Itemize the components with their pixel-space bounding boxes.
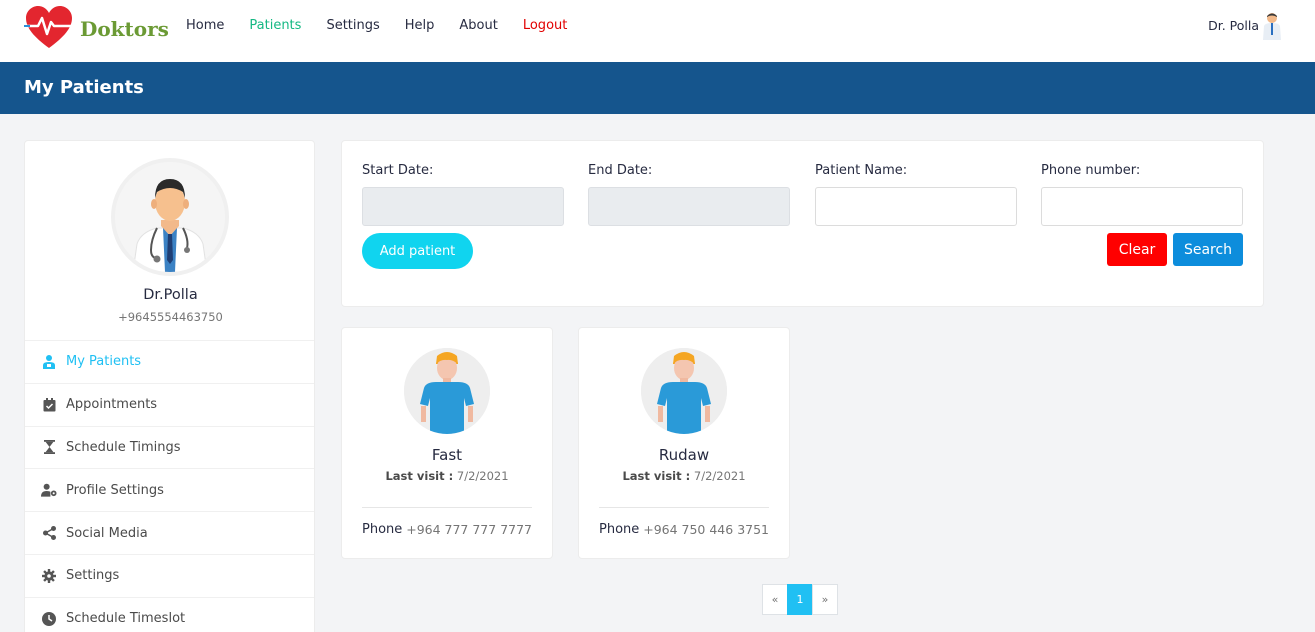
hourglass-icon	[41, 439, 57, 455]
sidebar-item-profile-settings[interactable]: Profile Settings	[25, 468, 314, 511]
sidebar-item-social-media[interactable]: Social Media	[25, 511, 314, 554]
nav-patients[interactable]: Patients	[249, 18, 301, 34]
last-visit: Last visit : 7/2/2021	[579, 469, 789, 483]
top-navbar: Doktors Home Patients Settings Help Abou…	[0, 0, 1315, 62]
nav-logout[interactable]: Logout	[523, 18, 568, 34]
patient-name-label: Patient Name:	[815, 163, 908, 178]
page-title-bar: My Patients	[0, 62, 1315, 114]
last-visit-date: 7/2/2021	[456, 469, 509, 483]
phone-number-input[interactable]	[1041, 187, 1243, 226]
sidebar-item-schedule-timings[interactable]: Schedule Timings	[25, 425, 314, 469]
sidebar-menu: My Patients Appointments Schedule Timing…	[25, 340, 314, 632]
doctor-illustration-icon	[115, 162, 225, 272]
heart-pulse-icon	[24, 6, 74, 48]
logo-text: Doktors	[80, 17, 169, 41]
start-date-input[interactable]	[362, 187, 564, 226]
doctor-phone: +9645554463750	[118, 310, 223, 324]
patient-avatar	[404, 348, 490, 434]
patient-phone: +964 777 777 7777	[406, 522, 532, 537]
patient-avatar	[641, 348, 727, 434]
nav-settings[interactable]: Settings	[326, 18, 379, 34]
patient-card[interactable]: Rudaw Last visit : 7/2/2021 Phone +964 7…	[578, 327, 790, 559]
calendar-check-icon	[41, 397, 57, 413]
pagination-prev-button[interactable]: «	[762, 584, 788, 615]
pagination-next-button[interactable]: »	[812, 584, 838, 615]
doctor-avatar	[111, 158, 229, 276]
last-visit-label: Last visit :	[622, 469, 691, 483]
patient-phone: +964 750 446 3751	[643, 522, 769, 537]
pagination-page-1[interactable]: 1	[787, 584, 813, 615]
sidebar-item-label: Schedule Timings	[66, 439, 181, 455]
sidebar-item-label: Schedule Timeslot	[66, 611, 186, 627]
user-name[interactable]: Dr. Polla	[1208, 18, 1259, 33]
sidebar-item-label: My Patients	[66, 354, 142, 370]
last-visit-date: 7/2/2021	[693, 469, 746, 483]
card-divider	[362, 507, 532, 508]
sidebar-item-schedule-timeslot[interactable]: Schedule Timeslot	[25, 596, 314, 632]
patient-avatar-icon	[404, 348, 490, 434]
share-icon	[41, 525, 57, 541]
patient-card[interactable]: Fast Last visit : 7/2/2021 Phone +964 77…	[341, 327, 553, 559]
page-title: My Patients	[24, 77, 144, 98]
end-date-input[interactable]	[588, 187, 790, 226]
last-visit-label: Last visit :	[385, 469, 454, 483]
sidebar-item-my-patients[interactable]: My Patients	[25, 340, 314, 383]
doctor-name: Dr.Polla	[143, 287, 198, 303]
last-visit: Last visit : 7/2/2021	[342, 469, 552, 483]
patient-icon	[41, 354, 57, 370]
profile-sidebar: Dr.Polla +9645554463750 My Patients Appo…	[24, 140, 315, 632]
logo[interactable]: Doktors	[24, 4, 169, 50]
search-filter-card: Start Date: End Date: Patient Name: Phon…	[341, 140, 1264, 307]
sidebar-item-label: Settings	[66, 568, 120, 584]
clear-button[interactable]: Clear	[1107, 233, 1167, 266]
main-nav: Home Patients Settings Help About Logout	[186, 18, 592, 34]
add-patient-button[interactable]: Add patient	[362, 233, 473, 269]
phone-label: Phone	[362, 522, 403, 537]
patient-name-input[interactable]	[815, 187, 1017, 226]
phone-label: Phone	[599, 522, 640, 537]
search-button[interactable]: Search	[1173, 233, 1243, 266]
user-cog-icon	[41, 482, 57, 498]
pagination: « 1 »	[762, 584, 838, 615]
sidebar-item-appointments[interactable]: Appointments	[25, 382, 314, 426]
sidebar-item-settings[interactable]: Settings	[25, 553, 314, 597]
sidebar-item-label: Profile Settings	[66, 482, 164, 498]
start-date-label: Start Date:	[362, 163, 434, 178]
patient-name[interactable]: Fast	[342, 446, 552, 464]
patient-name[interactable]: Rudaw	[579, 446, 789, 464]
end-date-label: End Date:	[588, 163, 653, 178]
gear-icon	[41, 568, 57, 584]
card-divider	[599, 507, 769, 508]
nav-help[interactable]: Help	[405, 18, 435, 34]
sidebar-item-label: Social Media	[66, 525, 148, 541]
nav-home[interactable]: Home	[186, 18, 224, 34]
clock-icon	[41, 611, 57, 627]
doctor-avatar-icon[interactable]	[1259, 12, 1285, 40]
phone-number-label: Phone number:	[1041, 163, 1141, 178]
nav-about[interactable]: About	[459, 18, 497, 34]
sidebar-item-label: Appointments	[66, 397, 158, 413]
patient-avatar-icon	[641, 348, 727, 434]
